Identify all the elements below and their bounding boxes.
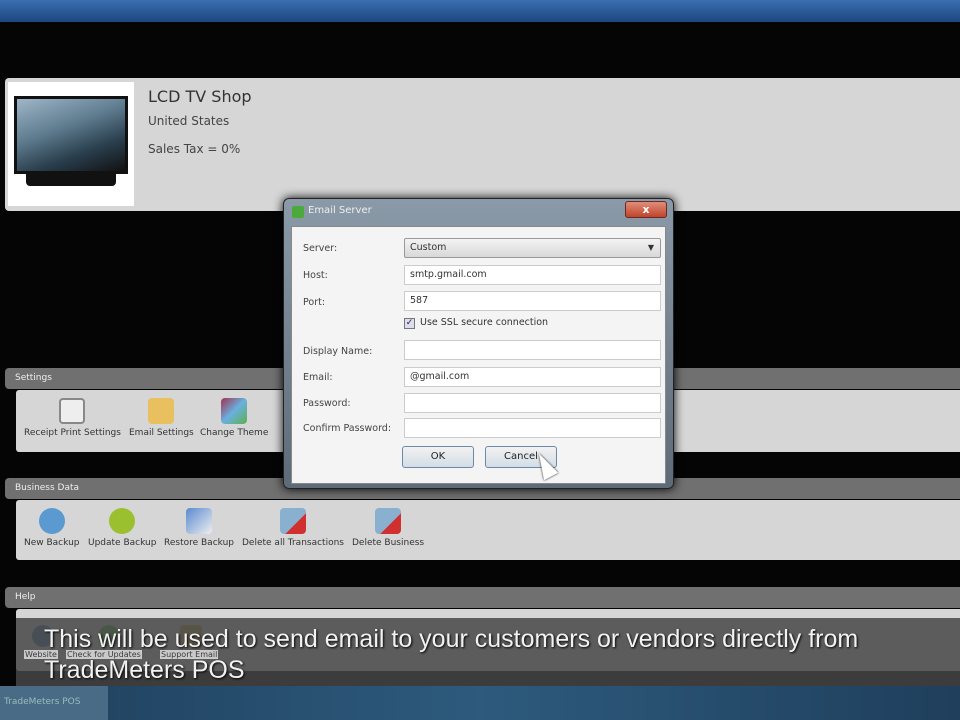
port-label: Port:: [303, 297, 326, 308]
help-header: Help: [5, 587, 960, 608]
theme-icon: [221, 398, 248, 424]
email-input[interactable]: @gmail.com: [404, 367, 661, 387]
delete-transactions-icon: [279, 508, 306, 534]
tool-label: New Backup: [24, 538, 80, 548]
tool-label: Receipt Print Settings: [24, 428, 121, 438]
window-title-bar: [0, 0, 960, 22]
tool-label: Change Theme: [200, 428, 269, 438]
shop-tax: Sales Tax = 0%: [148, 142, 241, 156]
update-icon: [109, 508, 136, 534]
new-backup-button[interactable]: New Backup: [24, 504, 79, 548]
receipt-print-settings-button[interactable]: Receipt Print Settings: [24, 394, 121, 438]
tool-label: Update Backup: [88, 538, 157, 548]
business-data-panel: New Backup Update Backup Restore Backup …: [16, 500, 960, 560]
host-label: Host:: [303, 270, 328, 281]
tv-image: [14, 96, 128, 174]
ssl-label: Use SSL secure connection: [420, 317, 549, 328]
restore-backup-button[interactable]: Restore Backup: [164, 504, 234, 548]
tool-label: Delete Business: [352, 538, 425, 548]
email-label: Email:: [303, 372, 333, 383]
close-button[interactable]: x: [625, 201, 667, 218]
tool-label: Delete all Transactions: [242, 538, 344, 548]
website-button[interactable]: Website: [24, 650, 58, 659]
dialog-title: Email Server: [308, 205, 372, 216]
display-name-label: Display Name:: [303, 346, 373, 357]
port-input[interactable]: 587: [404, 291, 661, 311]
tool-label: Email Settings: [129, 428, 194, 438]
ok-button[interactable]: OK: [402, 446, 474, 468]
shop-image: [8, 82, 134, 206]
password-label: Password:: [303, 398, 351, 409]
host-input[interactable]: smtp.gmail.com: [404, 265, 661, 285]
shop-info-panel: LCD TV Shop United States Sales Tax = 0%: [5, 78, 960, 211]
password-input[interactable]: [404, 393, 661, 413]
taskbar: TradeMeters POS: [0, 686, 960, 720]
shop-name: LCD TV Shop: [148, 87, 252, 106]
delete-business-button[interactable]: Delete Business: [352, 504, 424, 548]
email-settings-icon: [148, 398, 175, 424]
confirm-password-input[interactable]: [404, 418, 661, 438]
tv-stand: [26, 174, 116, 186]
server-label: Server:: [303, 243, 338, 254]
server-select[interactable]: Custom ▼: [404, 238, 661, 258]
check-updates-button[interactable]: Check for Updates: [66, 650, 142, 659]
email-server-dialog: Email Server x Server: Custom ▼ Host: smt…: [283, 198, 674, 489]
app-icon: [292, 206, 304, 218]
tool-label: Restore Backup: [164, 538, 235, 548]
ssl-checkbox[interactable]: ✓: [404, 318, 415, 329]
update-backup-button[interactable]: Update Backup: [88, 504, 156, 548]
printer-icon: [59, 398, 86, 424]
delete-all-transactions-button[interactable]: Delete all Transactions: [242, 504, 344, 548]
server-value: Custom: [410, 242, 447, 253]
delete-business-icon: [375, 508, 402, 534]
restore-icon: [186, 508, 212, 534]
support-email-button[interactable]: Support Email: [160, 650, 219, 659]
email-settings-button[interactable]: Email Settings: [129, 394, 194, 438]
chevron-down-icon: ▼: [647, 243, 654, 252]
display-name-input[interactable]: [404, 340, 661, 360]
taskbar-app-button[interactable]: TradeMeters POS: [0, 686, 108, 720]
backup-icon: [38, 508, 65, 534]
shop-country: United States: [148, 114, 230, 128]
change-theme-button[interactable]: Change Theme: [200, 394, 268, 438]
dialog-body: Server: Custom ▼ Host: smtp.gmail.com Por…: [291, 226, 666, 484]
confirm-password-label: Confirm Password:: [303, 423, 392, 434]
